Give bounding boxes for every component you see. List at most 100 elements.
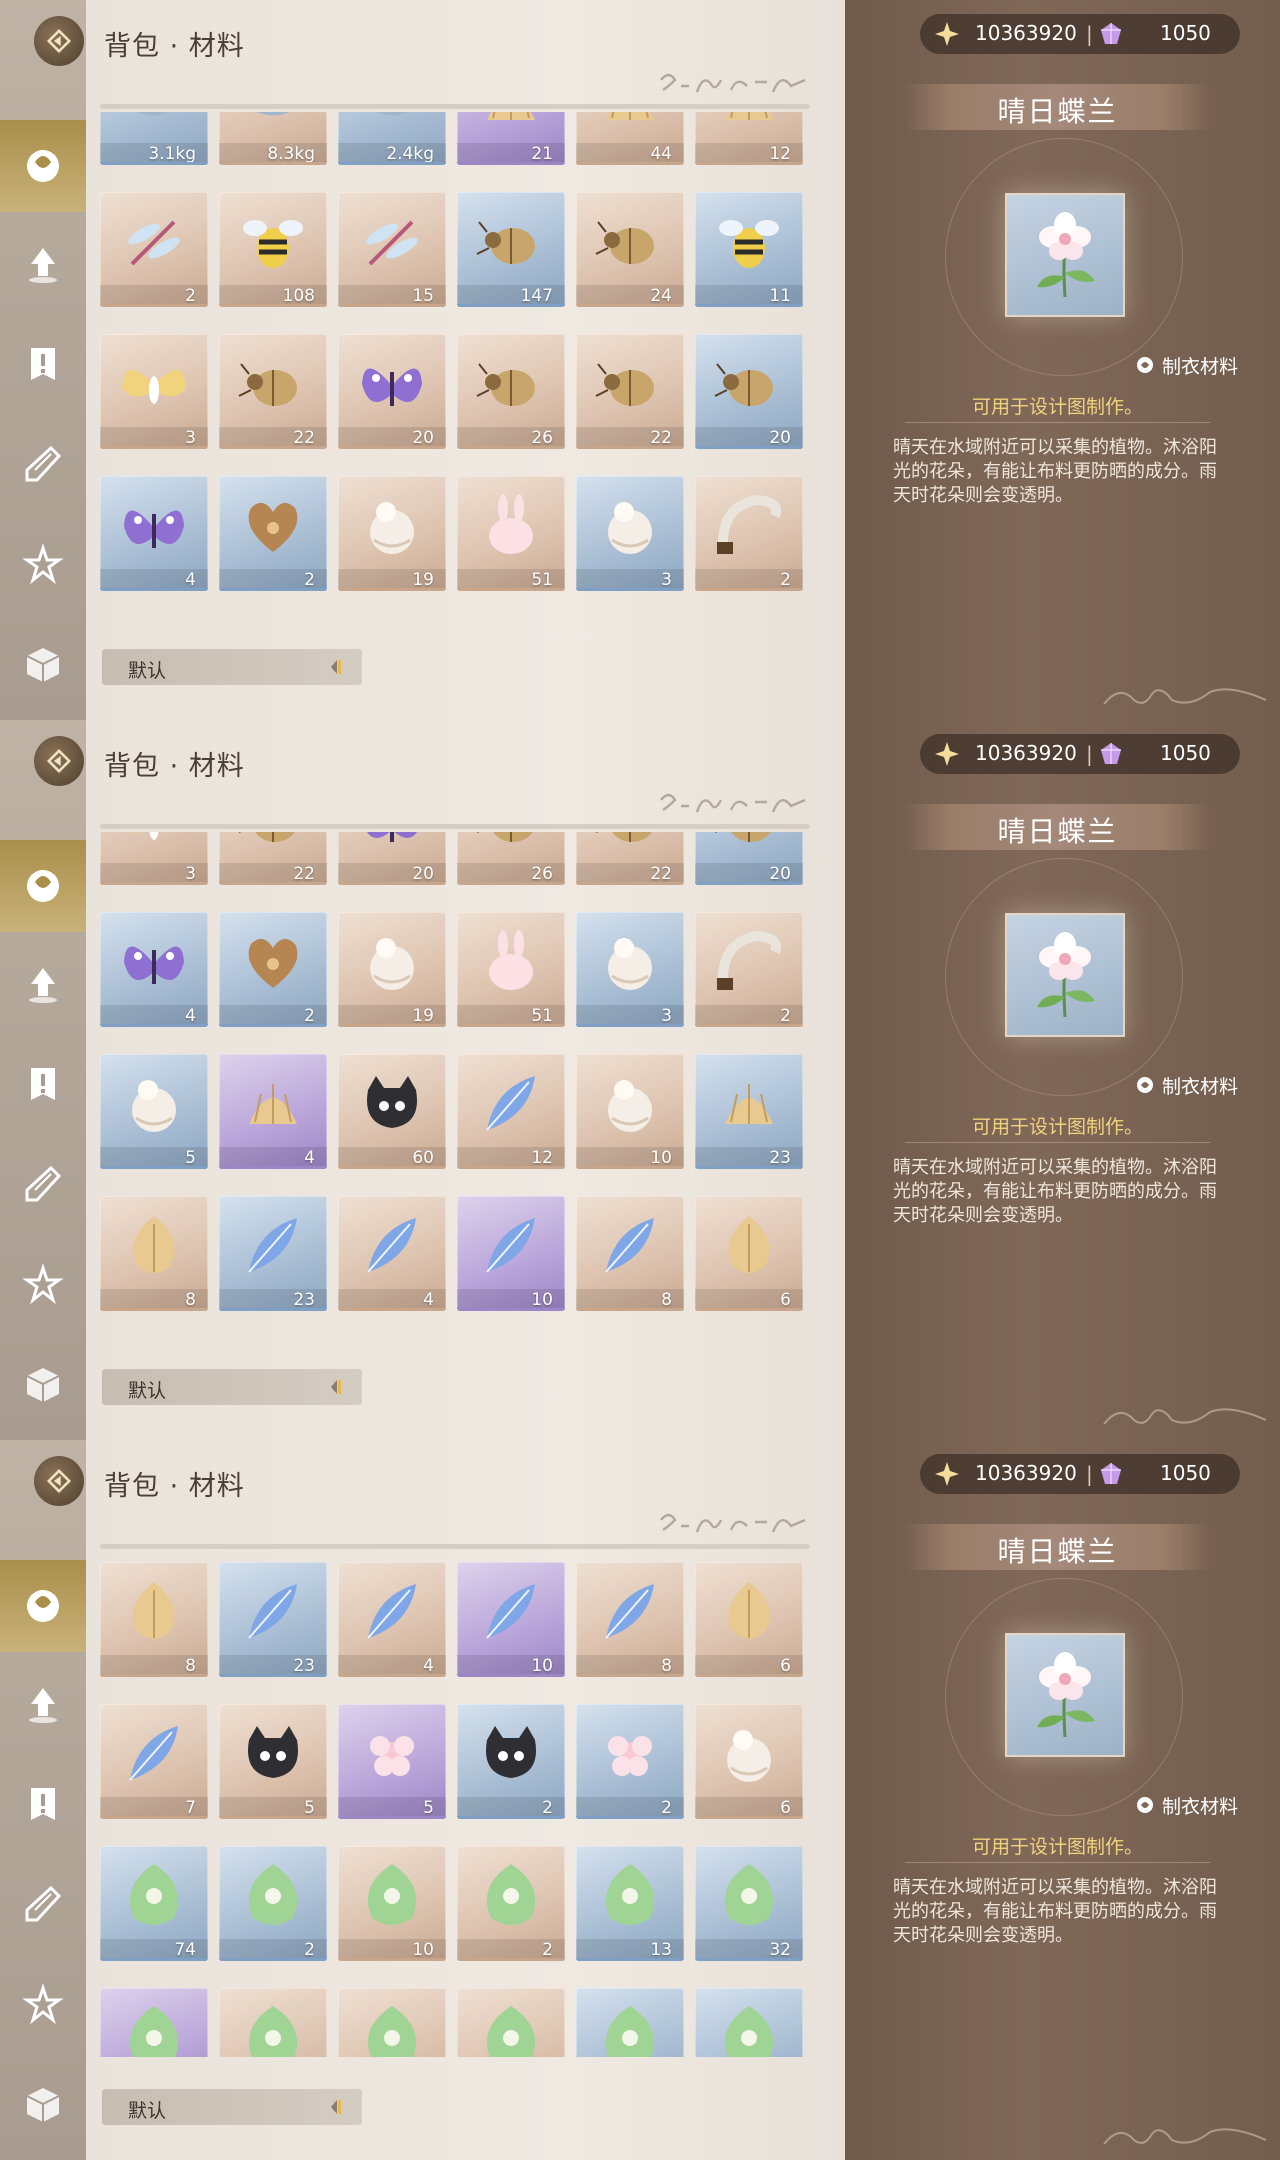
material-tile[interactable]: 2 — [695, 912, 803, 1027]
material-tile[interactable]: 10 — [457, 1196, 565, 1311]
material-tile[interactable]: 51 — [457, 476, 565, 591]
tab-upgrade-icon[interactable] — [0, 218, 86, 310]
material-tile[interactable]: 20 — [338, 334, 446, 449]
material-tile[interactable]: 23 — [219, 1562, 327, 1677]
material-tile[interactable]: 12 — [457, 1054, 565, 1169]
material-tile[interactable]: 8.3kg — [219, 112, 327, 165]
material-tile[interactable]: 4 — [338, 1196, 446, 1311]
material-tile[interactable]: 2 — [457, 1704, 565, 1819]
material-tile[interactable]: 32 — [695, 1846, 803, 1961]
material-tile[interactable] — [219, 1988, 327, 2057]
tab-materials-icon[interactable] — [0, 840, 86, 932]
material-tile[interactable]: 20 — [338, 832, 446, 885]
menu-logo-icon[interactable] — [34, 736, 84, 786]
material-tile[interactable]: 22 — [576, 334, 684, 449]
material-tile[interactable]: 6 — [695, 1196, 803, 1311]
tab-box-icon[interactable] — [0, 618, 86, 710]
material-tile[interactable]: 10 — [338, 1846, 446, 1961]
tab-box-icon[interactable] — [0, 1338, 86, 1430]
menu-logo-icon[interactable] — [34, 16, 84, 66]
material-tile[interactable]: 3 — [576, 476, 684, 591]
material-tile[interactable]: 24 — [576, 192, 684, 307]
material-tile[interactable]: 74 — [100, 1846, 208, 1961]
material-tile[interactable]: 23 — [695, 1054, 803, 1169]
material-tile[interactable]: 5 — [100, 1054, 208, 1169]
material-tile[interactable]: 10 — [576, 1054, 684, 1169]
material-tile[interactable]: 2 — [695, 476, 803, 591]
material-tile[interactable]: 2 — [219, 476, 327, 591]
tab-materials-icon[interactable] — [0, 120, 86, 212]
material-tile[interactable] — [100, 1988, 208, 2057]
material-tile[interactable]: 108 — [219, 192, 327, 307]
material-tile[interactable]: 147 — [457, 192, 565, 307]
material-tile[interactable]: 4 — [100, 912, 208, 1027]
scroll-indicator[interactable] — [100, 104, 810, 109]
material-tile[interactable]: 21 — [457, 112, 565, 165]
material-tile[interactable]: 3 — [576, 912, 684, 1027]
tab-star-icon[interactable] — [0, 518, 86, 610]
material-tile[interactable] — [457, 1988, 565, 2057]
material-tile[interactable]: 4 — [219, 1054, 327, 1169]
material-tile[interactable]: 8 — [576, 1562, 684, 1677]
material-tile[interactable]: 20 — [695, 334, 803, 449]
material-tile[interactable]: 2 — [457, 1846, 565, 1961]
material-tile[interactable]: 2 — [100, 192, 208, 307]
material-tile[interactable]: 10 — [457, 1562, 565, 1677]
tab-star-icon[interactable] — [0, 1238, 86, 1330]
material-tile[interactable]: 22 — [219, 334, 327, 449]
material-tile[interactable]: 8 — [100, 1562, 208, 1677]
material-tile[interactable]: 22 — [219, 832, 327, 885]
tab-upgrade-icon[interactable] — [0, 938, 86, 1030]
material-tile[interactable]: 26 — [457, 832, 565, 885]
material-tile[interactable]: 3.1kg — [100, 112, 208, 165]
material-tile[interactable]: 19 — [338, 912, 446, 1027]
material-tile[interactable]: 5 — [338, 1704, 446, 1819]
tab-crystal-icon[interactable] — [0, 1138, 86, 1230]
material-tile[interactable]: 5 — [219, 1704, 327, 1819]
material-tile[interactable]: 15 — [338, 192, 446, 307]
scroll-indicator[interactable] — [100, 824, 810, 829]
material-tile[interactable]: 2.4kg — [338, 112, 446, 165]
tab-star-icon[interactable] — [0, 1958, 86, 2050]
material-tile[interactable]: 4 — [338, 1562, 446, 1677]
material-tile[interactable]: 60 — [338, 1054, 446, 1169]
material-tile[interactable]: 2 — [219, 1846, 327, 1961]
material-tile[interactable] — [695, 1988, 803, 2057]
sort-dropdown[interactable]: 默认 — [102, 649, 362, 685]
sort-direction-icon[interactable] — [326, 2097, 346, 2117]
material-tile[interactable]: 11 — [695, 192, 803, 307]
material-tile[interactable]: 13 — [576, 1846, 684, 1961]
material-tile[interactable]: 3 — [100, 334, 208, 449]
material-tile[interactable]: 8 — [576, 1196, 684, 1311]
tab-crystal-icon[interactable] — [0, 418, 86, 510]
material-tile[interactable]: 19 — [338, 476, 446, 591]
material-tile[interactable]: 4 — [100, 476, 208, 591]
material-tile[interactable]: 44 — [576, 112, 684, 165]
tab-upgrade-icon[interactable] — [0, 1658, 86, 1750]
material-tile[interactable]: 8 — [100, 1196, 208, 1311]
material-tile[interactable]: 20 — [695, 832, 803, 885]
sort-direction-icon[interactable] — [326, 1377, 346, 1397]
tab-crystal-icon[interactable] — [0, 1858, 86, 1950]
sort-dropdown[interactable]: 默认 — [102, 2089, 362, 2125]
material-tile[interactable]: 6 — [695, 1704, 803, 1819]
material-tile[interactable]: 2 — [219, 912, 327, 1027]
material-tile[interactable]: 7 — [100, 1704, 208, 1819]
material-tile[interactable]: 12 — [695, 112, 803, 165]
material-tile[interactable]: 3 — [100, 832, 208, 885]
material-tile[interactable]: 51 — [457, 912, 565, 1027]
sort-direction-icon[interactable] — [326, 657, 346, 677]
material-tile[interactable]: 2 — [576, 1704, 684, 1819]
material-tile[interactable] — [576, 1988, 684, 2057]
tab-quest-icon[interactable] — [0, 1038, 86, 1130]
material-tile[interactable]: 23 — [219, 1196, 327, 1311]
tab-quest-icon[interactable] — [0, 318, 86, 410]
material-tile[interactable]: 6 — [695, 1562, 803, 1677]
material-tile[interactable]: 22 — [576, 832, 684, 885]
material-tile[interactable]: 26 — [457, 334, 565, 449]
tab-box-icon[interactable] — [0, 2058, 86, 2150]
tab-quest-icon[interactable] — [0, 1758, 86, 1850]
scroll-indicator[interactable] — [100, 1544, 810, 1549]
tab-materials-icon[interactable] — [0, 1560, 86, 1652]
material-tile[interactable] — [338, 1988, 446, 2057]
